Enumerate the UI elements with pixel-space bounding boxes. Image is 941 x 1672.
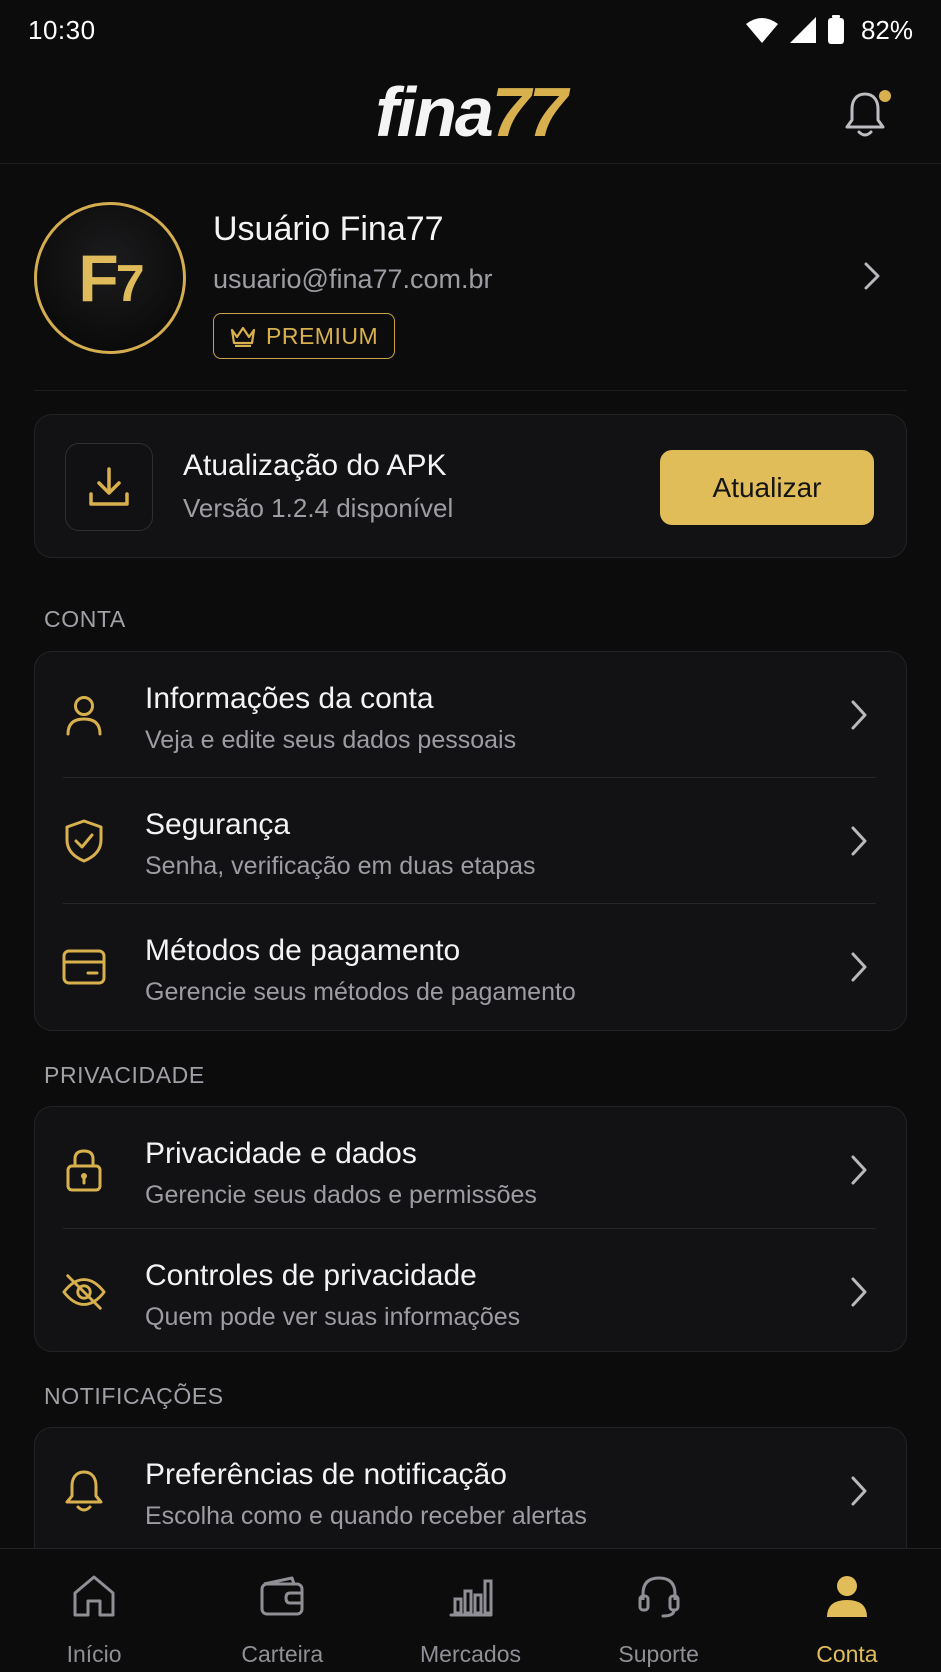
headset-icon xyxy=(634,1571,684,1621)
settings-item-account-info[interactable]: Informações da conta Veja e edite seus d… xyxy=(35,652,906,778)
privacy-settings-card: Privacidade e dados Gerencie seus dados … xyxy=(34,1106,907,1352)
settings-item-security[interactable]: Segurança Senha, verificação em duas eta… xyxy=(35,778,906,904)
status-bar: 10:30 82% xyxy=(0,0,941,60)
account-screen: 10:30 82% fina77 F7 Usuário Fina77 usuar… xyxy=(0,0,941,1672)
settings-item-notification-preferences[interactable]: Preferências de notificação Escolha como… xyxy=(35,1428,906,1554)
update-version: Versão 1.2.4 disponível xyxy=(183,493,454,523)
bell-icon xyxy=(61,1468,107,1514)
signal-icon xyxy=(789,17,816,43)
nav-item-carteira[interactable]: Carteira xyxy=(188,1549,376,1672)
app-header: fina77 xyxy=(0,60,941,164)
bar-chart-icon xyxy=(446,1571,496,1621)
eye-off-icon xyxy=(61,1269,107,1315)
section-label-conta: CONTA xyxy=(44,606,126,632)
profile-divider xyxy=(34,390,907,391)
update-button[interactable]: Atualizar xyxy=(660,450,874,525)
chevron-right-icon xyxy=(851,700,867,730)
chevron-right-icon xyxy=(851,1155,867,1185)
crown-icon xyxy=(230,326,256,347)
profile-name: Usuário Fina77 xyxy=(213,210,444,248)
wifi-icon xyxy=(745,18,778,43)
nav-item-conta[interactable]: Conta xyxy=(753,1549,941,1672)
bottom-navigation: Início Carteira Mercados Suporte Conta xyxy=(0,1548,941,1672)
status-time: 10:30 xyxy=(28,14,96,45)
app-logo: fina77 xyxy=(375,72,567,151)
settings-item-payment-methods[interactable]: Métodos de pagamento Gerencie seus métod… xyxy=(35,904,906,1030)
update-title: Atualização do APK xyxy=(183,449,447,482)
avatar: F7 xyxy=(34,202,186,354)
user-filled-icon xyxy=(822,1571,872,1621)
premium-badge: PREMIUM xyxy=(213,313,396,359)
status-icons: 82% xyxy=(745,15,913,46)
nav-item-inicio[interactable]: Início xyxy=(0,1549,188,1672)
nav-item-mercados[interactable]: Mercados xyxy=(376,1549,564,1672)
nav-item-suporte[interactable]: Suporte xyxy=(565,1549,753,1672)
notifications-button[interactable] xyxy=(843,86,893,140)
settings-item-privacy-data[interactable]: Privacidade e dados Gerencie seus dados … xyxy=(35,1107,906,1229)
section-label-privacidade: PRIVACIDADE xyxy=(44,1062,205,1088)
profile-card[interactable]: F7 Usuário Fina77 usuario@fina77.com.br … xyxy=(34,200,907,360)
profile-email: usuario@fina77.com.br xyxy=(213,264,493,294)
lock-icon xyxy=(61,1147,107,1193)
chevron-right-icon xyxy=(851,952,867,982)
section-label-notificacoes: NOTIFICAÇÕES xyxy=(44,1383,224,1409)
chevron-right-icon xyxy=(851,1476,867,1506)
battery-icon xyxy=(827,15,844,44)
chevron-right-icon xyxy=(851,826,867,856)
apk-update-card: Atualização do APK Versão 1.2.4 disponív… xyxy=(34,414,907,558)
download-icon-box xyxy=(65,443,153,531)
credit-card-icon xyxy=(61,944,107,990)
chevron-right-icon xyxy=(851,1277,867,1307)
battery-percentage: 82% xyxy=(860,14,913,45)
user-icon xyxy=(61,692,107,738)
home-icon xyxy=(69,1571,119,1621)
wallet-icon xyxy=(257,1571,307,1621)
notification-dot xyxy=(879,90,891,102)
notification-settings-card: Preferências de notificação Escolha como… xyxy=(34,1427,907,1567)
shield-check-icon xyxy=(61,818,107,864)
account-settings-card: Informações da conta Veja e edite seus d… xyxy=(34,651,907,1031)
chevron-right-icon xyxy=(864,262,880,290)
settings-item-privacy-controls[interactable]: Controles de privacidade Quem pode ver s… xyxy=(35,1229,906,1351)
download-icon xyxy=(89,467,129,506)
